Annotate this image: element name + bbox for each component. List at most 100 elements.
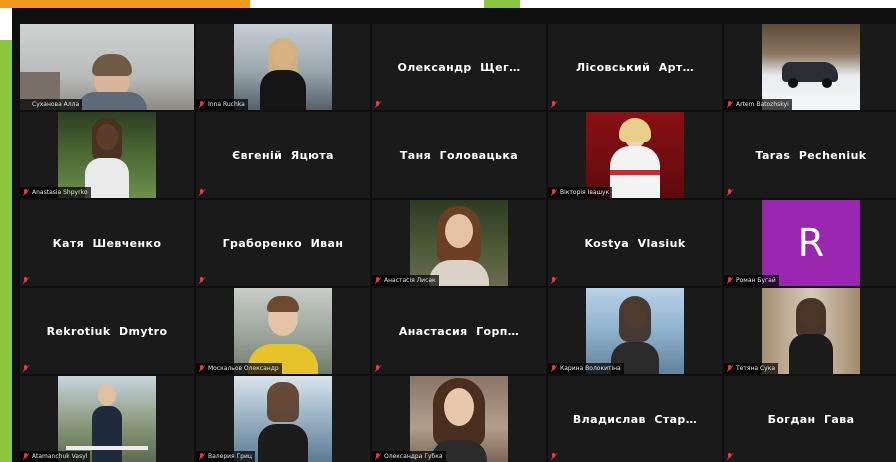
participant-name: Олександра Губка [372,451,446,462]
orange-accent-bar [0,0,250,8]
muted-mic-icon [199,365,205,372]
muted-mic-icon [727,453,733,460]
participant-name: Валерия Гриц [196,451,255,462]
participant-name-text: Роман Бугай [736,277,776,284]
participant-tile[interactable]: Лісовський Арт… [548,24,722,110]
participant-name-center: Анастасия Горп… [398,324,520,338]
participant-tile[interactable]: Суханова Алла [20,24,194,110]
participant-tile[interactable]: Atamanchuk Vasyl [20,376,194,462]
participant-name: Суханова Алла [20,99,83,110]
participant-tile[interactable]: Богдан Гава [724,376,896,462]
participant-tile[interactable]: Катя Шевченко [20,200,194,286]
participant-tile[interactable]: Тетяна Сука [724,288,896,374]
participant-video [762,288,860,374]
participant-tile[interactable]: Владислав Стар… [548,376,722,462]
muted-mic-icon [375,453,381,460]
muted-mic-icon [199,189,205,196]
participant-name: Inna Ruchka [196,99,248,110]
muted-mic-icon [727,277,733,284]
muted-mic-icon [375,101,381,108]
participant-name-text: Олександра Губка [384,453,443,460]
muted-mic-icon [551,453,557,460]
participant-tile[interactable]: R Роман Бугай [724,200,896,286]
green-side-bar [0,40,12,462]
participant-name: Artem Batozhskyi [724,99,792,110]
participant-name-text: Карина Волокитіна [560,365,621,372]
muted-mic-icon [23,365,29,372]
muted-mic-icon [23,189,29,196]
participant-tile[interactable]: Таня Головацька [372,112,546,198]
participant-video [410,200,508,286]
participant-video [58,376,156,462]
green-accent-bar [484,0,520,8]
muted-mic-icon [551,101,557,108]
participant-name-center: Євгеній Яцюта [232,148,334,162]
participant-tile[interactable]: Anastasia Shpyrko [20,112,194,198]
participant-name: Atamanchuk Vasyl [20,451,91,462]
participant-name: Тетяна Сука [724,363,779,374]
participant-name-center: Богдан Гава [767,412,855,426]
participant-name-text: Суханова Алла [32,101,80,108]
participant-name-text: Artem Batozhskyi [736,101,789,108]
muted-mic-icon [727,189,733,196]
participant-tile[interactable]: Валерия Гриц [196,376,370,462]
participant-tile[interactable]: Граборенко Иван [196,200,370,286]
muted-mic-icon [199,101,205,108]
participant-tile[interactable]: Вікторія Івашук [548,112,722,198]
muted-mic-icon [551,277,557,284]
participant-name: Роман Бугай [724,275,779,286]
participant-tile[interactable]: Москальов Олександр [196,288,370,374]
participant-name: Анастасія Лисак [372,275,439,286]
participant-tile[interactable]: Taras Pecheniuk [724,112,896,198]
participant-tile[interactable]: Inna Ruchka [196,24,370,110]
participant-name-center: Катя Шевченко [52,236,162,250]
participant-video [234,24,332,110]
avatar: R [762,200,860,286]
participant-tile[interactable]: Карина Волокитіна [548,288,722,374]
gallery-grid: Суханова Алла Inna Ruchka Олександр Щег…… [20,24,896,462]
muted-mic-icon [727,365,733,372]
participant-video [762,24,860,110]
participant-name: Вікторія Івашук [548,187,613,198]
muted-mic-icon [199,453,205,460]
muted-mic-icon [727,101,733,108]
muted-mic-icon [551,189,557,196]
participant-name-text: Inna Ruchka [208,101,245,108]
participant-name-text: Валерия Гриц [208,453,252,460]
participant-video [20,24,194,110]
participant-tile[interactable]: Олександр Щег… [372,24,546,110]
participant-name-text: Москальов Олександр [208,365,279,372]
participant-tile[interactable]: Rekrotiuk Dmytro [20,288,194,374]
participant-name-center: Rekrotiuk Dmytro [46,324,168,338]
participant-name-center: Олександр Щег… [397,60,521,74]
participant-video [58,112,156,198]
participant-name-text: Atamanchuk Vasyl [32,453,88,460]
participant-name-center: Taras Pecheniuk [755,148,867,162]
participant-video [410,376,508,462]
participant-name-center: Таня Головацька [399,148,519,162]
participant-name-text: Анастасія Лисак [384,277,436,284]
participant-tile[interactable]: Kostya Vlasiuk [548,200,722,286]
muted-mic-icon [23,277,29,284]
muted-mic-icon [551,365,557,372]
muted-mic-icon [375,365,381,372]
participant-tile[interactable]: Євгеній Яцюта [196,112,370,198]
participant-name-center: Kostya Vlasiuk [584,236,686,250]
participant-name: Карина Волокитіна [548,363,624,374]
muted-mic-icon [199,277,205,284]
muted-mic-icon [375,277,381,284]
participant-name-text: Вікторія Івашук [560,189,610,196]
participant-name-center: Граборенко Иван [222,236,344,250]
participant-name-center: Владислав Стар… [572,412,698,426]
participant-name: Anastasia Shpyrko [20,187,91,198]
participant-tile[interactable]: Олександра Губка [372,376,546,462]
participant-video [586,112,684,198]
participant-tile[interactable]: Анастасія Лисак [372,200,546,286]
participant-video [234,376,332,462]
participant-name-text: Anastasia Shpyrko [32,189,88,196]
participant-name: Москальов Олександр [196,363,282,374]
participant-name-center: Лісовський Арт… [575,60,695,74]
participant-video [234,288,332,374]
participant-tile[interactable]: Artem Batozhskyi [724,24,896,110]
participant-tile[interactable]: Анастасия Горп… [372,288,546,374]
